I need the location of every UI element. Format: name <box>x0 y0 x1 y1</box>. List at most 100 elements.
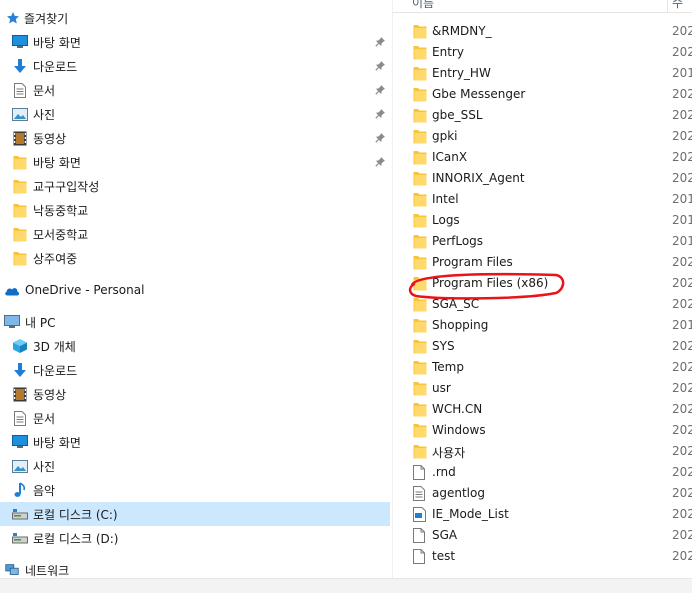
nav-item-label: 사진 <box>33 108 56 122</box>
column-header-modified[interactable]: 수정 <box>672 0 692 12</box>
folder-row[interactable]: usr 202 <box>393 379 692 400</box>
folder-row[interactable]: 사용자 202 <box>393 442 692 463</box>
pin-icon[interactable] <box>375 36 387 48</box>
folder-row[interactable]: Temp 202 <box>393 358 692 379</box>
folder-icon <box>413 234 427 250</box>
file-name: Intel <box>432 192 459 206</box>
navigation-pane[interactable]: 즐겨찾기 바탕 화면 다운로드 문서 사진 동영상 바탕 화면 교구구입작성 낙동중학교 모서중학… <box>0 0 392 593</box>
folder-icon <box>413 402 427 418</box>
nav-item-pc-5[interactable]: 사진 <box>0 454 390 478</box>
folder-row[interactable]: &RMDNY_ 202 <box>393 22 692 43</box>
folder-icon <box>413 297 427 313</box>
nav-item-pc-8[interactable]: 로컬 디스크 (D:) <box>0 526 390 550</box>
nav-item-quick-0[interactable]: 바탕 화면 <box>0 30 390 54</box>
folder-icon <box>413 423 427 439</box>
file-date-modified: 202 <box>672 381 692 395</box>
nav-item-quick-4[interactable]: 동영상 <box>0 126 390 150</box>
nav-item-pc-4[interactable]: 바탕 화면 <box>0 430 390 454</box>
folder-row[interactable]: Program Files 202 <box>393 253 692 274</box>
pin-icon[interactable] <box>375 84 387 96</box>
file-row[interactable]: IE_Mode_List 202 <box>393 505 692 526</box>
file-date-modified: 202 <box>672 465 692 479</box>
nav-item-pc-3[interactable]: 문서 <box>0 406 390 430</box>
column-separator[interactable] <box>667 0 668 12</box>
folder-icon <box>413 276 427 292</box>
file-row[interactable]: test 202 <box>393 547 692 568</box>
folder-row[interactable]: gpki 202 <box>393 127 692 148</box>
folder-icon <box>413 339 427 355</box>
nav-onedrive[interactable]: OneDrive - Personal <box>0 279 390 303</box>
nav-item-quick-3[interactable]: 사진 <box>0 102 390 126</box>
folder-row[interactable]: SGA_SC 202 <box>393 295 692 316</box>
column-header: 이름 수정 <box>393 0 692 13</box>
folder-row[interactable]: Program Files (x86) 202 <box>393 274 692 295</box>
file-date-modified: 202 <box>672 171 692 185</box>
nav-item-label: 상주여중 <box>33 252 78 266</box>
nav-item-label: OneDrive - Personal <box>25 283 145 297</box>
folder-row[interactable]: Windows 202 <box>393 421 692 442</box>
folder-row[interactable]: gbe_SSL 202 <box>393 106 692 127</box>
folder-row[interactable]: Entry 202 <box>393 43 692 64</box>
nav-item-quick-9[interactable]: 상주여중 <box>0 246 390 270</box>
drive-icon <box>12 530 28 546</box>
file-date-modified: 202 <box>672 150 692 164</box>
nav-item-quick-8[interactable]: 모서중학교 <box>0 222 390 246</box>
nav-item-label: 동영상 <box>33 132 67 146</box>
folder-icon <box>12 250 28 266</box>
desktop-icon <box>12 34 28 50</box>
nav-item-label: 음악 <box>33 484 56 498</box>
nav-item-pc-1[interactable]: 다운로드 <box>0 358 390 382</box>
nav-quick-access[interactable]: 즐겨찾기 <box>0 6 390 30</box>
nav-item-label: 로컬 디스크 (D:) <box>33 532 119 546</box>
folder-icon <box>413 444 427 460</box>
video-icon <box>12 130 28 146</box>
nav-item-quick-2[interactable]: 문서 <box>0 78 390 102</box>
nav-item-quick-1[interactable]: 다운로드 <box>0 54 390 78</box>
folder-icon <box>12 178 28 194</box>
folder-icon <box>413 171 427 187</box>
file-name: Program Files (x86) <box>432 276 549 290</box>
nav-item-label: 모서중학교 <box>33 228 89 242</box>
pin-icon[interactable] <box>375 132 387 144</box>
folder-icon <box>413 213 427 229</box>
xml-file-icon <box>413 507 427 523</box>
file-name: Windows <box>432 423 486 437</box>
folder-row[interactable]: Entry_HW 201 <box>393 64 692 85</box>
file-date-modified: 202 <box>672 444 692 458</box>
file-name: usr <box>432 381 451 395</box>
folder-icon <box>413 360 427 376</box>
folder-row[interactable]: Logs 201 <box>393 211 692 232</box>
file-row[interactable]: agentlog 202 <box>393 484 692 505</box>
file-list-pane: 이름 수정 &RMDNY_ 202 Entry 202 Entry_HW 201 Gbe M… <box>393 0 692 593</box>
folder-row[interactable]: Intel 201 <box>393 190 692 211</box>
nav-item-label: 문서 <box>33 84 56 98</box>
folder-row[interactable]: Gbe Messenger 202 <box>393 85 692 106</box>
nav-item-label: 네트워크 <box>25 564 70 578</box>
folder-row[interactable]: ICanX 202 <box>393 148 692 169</box>
nav-item-quick-7[interactable]: 낙동중학교 <box>0 198 390 222</box>
pin-icon[interactable] <box>375 156 387 168</box>
folder-row[interactable]: SYS 202 <box>393 337 692 358</box>
nav-item-pc-0[interactable]: 3D 개체 <box>0 334 390 358</box>
folder-row[interactable]: Shopping 201 <box>393 316 692 337</box>
file-row[interactable]: .rnd 202 <box>393 463 692 484</box>
file-date-modified: 202 <box>672 87 692 101</box>
nav-item-pc-7[interactable]: 로컬 디스크 (C:) <box>0 502 390 526</box>
nav-item-quick-6[interactable]: 교구구입작성 <box>0 174 390 198</box>
file-row[interactable]: SGA 202 <box>393 526 692 547</box>
nav-this-pc[interactable]: 내 PC <box>0 310 390 334</box>
folder-row[interactable]: INNORIX_Agent 202 <box>393 169 692 190</box>
nav-item-pc-6[interactable]: 음악 <box>0 478 390 502</box>
download-arrow-icon <box>12 362 28 378</box>
pin-icon[interactable] <box>375 60 387 72</box>
folder-row[interactable]: PerfLogs 201 <box>393 232 692 253</box>
column-header-name[interactable]: 이름 <box>412 0 434 11</box>
pin-icon[interactable] <box>375 108 387 120</box>
nav-item-label: 내 PC <box>25 316 56 330</box>
folder-row[interactable]: WCH.CN 202 <box>393 400 692 421</box>
nav-item-pc-2[interactable]: 동영상 <box>0 382 390 406</box>
drive-icon <box>12 506 28 522</box>
folder-icon <box>413 192 427 208</box>
nav-item-quick-5[interactable]: 바탕 화면 <box>0 150 390 174</box>
file-date-modified: 201 <box>672 213 692 227</box>
